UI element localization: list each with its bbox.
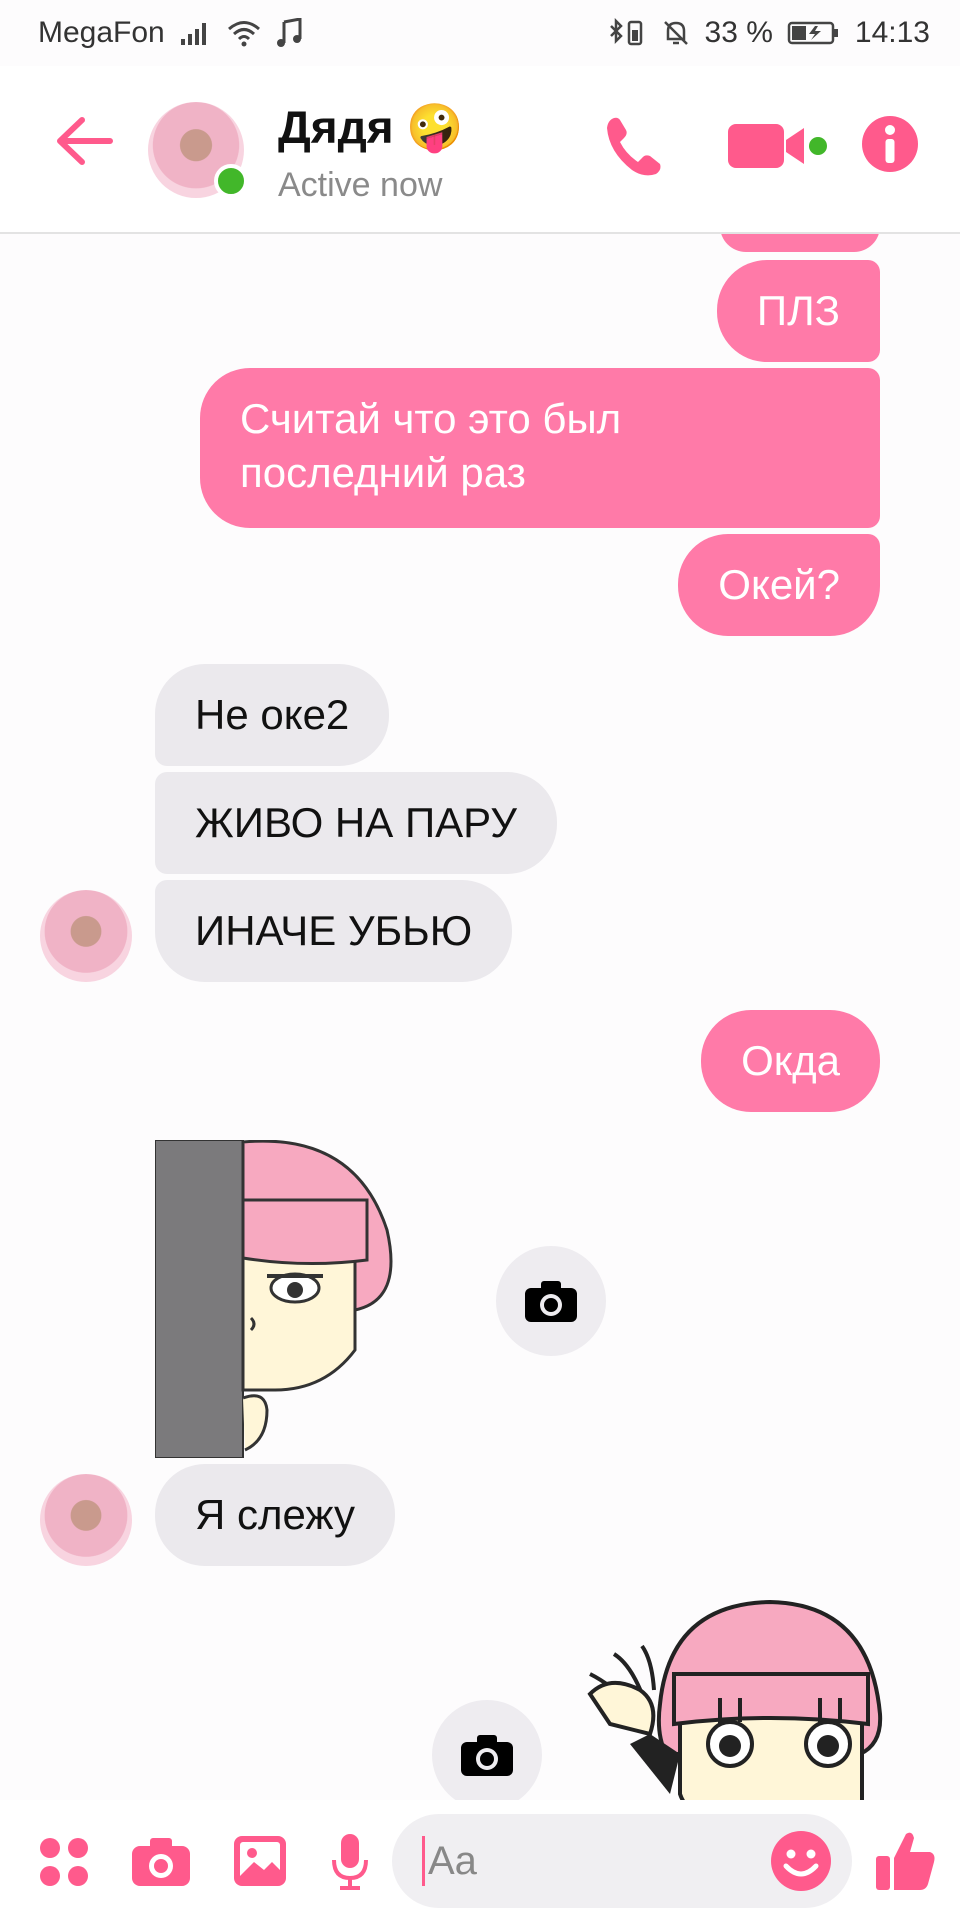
wifi-icon xyxy=(227,19,261,47)
peeking-girl-sticker[interactable] xyxy=(154,1139,395,1459)
camera-reply-button[interactable] xyxy=(496,1246,606,1356)
sticker-image xyxy=(154,1139,393,1459)
camera-icon xyxy=(525,1281,577,1322)
camera-icon xyxy=(132,1838,190,1886)
message-list[interactable]: ПЛЗ Считай что это был последний раз Оке… xyxy=(0,234,960,1800)
message-text: Окда xyxy=(741,1037,840,1084)
conversation-header: Дядя 🤪 Active now xyxy=(0,66,960,234)
carrier-label: MegaFon xyxy=(38,16,165,49)
camera-icon xyxy=(461,1735,513,1776)
emoji-button[interactable] xyxy=(770,1830,832,1892)
four-dots-icon xyxy=(40,1838,88,1886)
message-text: Окей? xyxy=(718,561,840,608)
smiley-icon xyxy=(771,1831,831,1891)
arrow-left-icon xyxy=(57,117,113,165)
microphone-icon xyxy=(332,1834,368,1890)
like-button[interactable] xyxy=(874,1828,938,1892)
contact-avatar-small[interactable] xyxy=(40,890,132,982)
voice-message-button[interactable] xyxy=(330,1832,370,1890)
contact-status: Active now xyxy=(278,166,443,204)
info-icon xyxy=(862,116,918,172)
message-bubble-incoming[interactable]: Я слежу xyxy=(155,1464,395,1566)
video-call-button[interactable] xyxy=(726,118,836,179)
message-bubble-incoming[interactable]: Не оке2 xyxy=(155,664,390,766)
gallery-button[interactable] xyxy=(232,1834,288,1888)
message-bubble-incoming[interactable]: ЖИВО НА ПАРУ xyxy=(155,772,557,874)
video-camera-icon xyxy=(728,124,827,168)
sticker-image xyxy=(587,1599,883,1800)
message-bubble-outgoing[interactable]: Окей? xyxy=(678,534,880,636)
message-bubble-outgoing[interactable]: Считай что это был последний раз xyxy=(200,368,880,528)
waving-girl-sticker[interactable] xyxy=(570,1594,890,1800)
message-text: ПЛЗ xyxy=(756,287,840,334)
image-icon xyxy=(234,1836,286,1886)
bluetooth-battery-icon xyxy=(607,18,647,48)
message-text: Не оке2 xyxy=(195,691,350,738)
battery-charging-icon xyxy=(787,20,841,46)
info-button[interactable] xyxy=(860,114,920,179)
online-indicator xyxy=(214,164,248,198)
signal-icon xyxy=(179,19,213,47)
mute-bell-icon xyxy=(661,18,691,48)
camera-reply-button[interactable] xyxy=(432,1700,542,1800)
message-text-line: последний раз xyxy=(240,449,526,496)
contact-avatar-small[interactable] xyxy=(40,1474,132,1566)
message-bubble-outgoing[interactable]: ПЛЗ xyxy=(716,260,880,362)
message-text: ИНАЧЕ УБЬЮ xyxy=(195,907,473,954)
phone-icon xyxy=(607,117,661,176)
clock: 14:13 xyxy=(854,16,930,49)
music-note-icon xyxy=(275,18,303,48)
message-input[interactable]: Aa xyxy=(428,1836,477,1886)
battery-percent: 33 % xyxy=(704,16,773,49)
more-actions-button[interactable] xyxy=(38,1836,90,1888)
status-bar: MegaFon 33 % 14:13 xyxy=(0,0,960,66)
back-button[interactable] xyxy=(52,114,116,168)
message-bubble-outgoing[interactable]: Окда xyxy=(701,1010,880,1112)
message-composer: Aa xyxy=(0,1800,960,1920)
message-text: ЖИВО НА ПАРУ xyxy=(195,799,517,846)
contact-avatar[interactable] xyxy=(148,102,248,198)
message-bubble-outgoing[interactable] xyxy=(720,234,880,252)
camera-button[interactable] xyxy=(130,1836,192,1888)
contact-name[interactable]: Дядя 🤪 xyxy=(278,100,464,155)
text-cursor xyxy=(422,1836,425,1886)
call-button[interactable] xyxy=(600,112,670,187)
message-text: Я слежу xyxy=(195,1491,355,1538)
message-input-box[interactable]: Aa xyxy=(392,1814,852,1908)
thumbs-up-icon xyxy=(876,1832,935,1890)
message-text-line: Считай что это был xyxy=(240,395,622,442)
message-bubble-incoming[interactable]: ИНАЧЕ УБЬЮ xyxy=(155,880,513,982)
